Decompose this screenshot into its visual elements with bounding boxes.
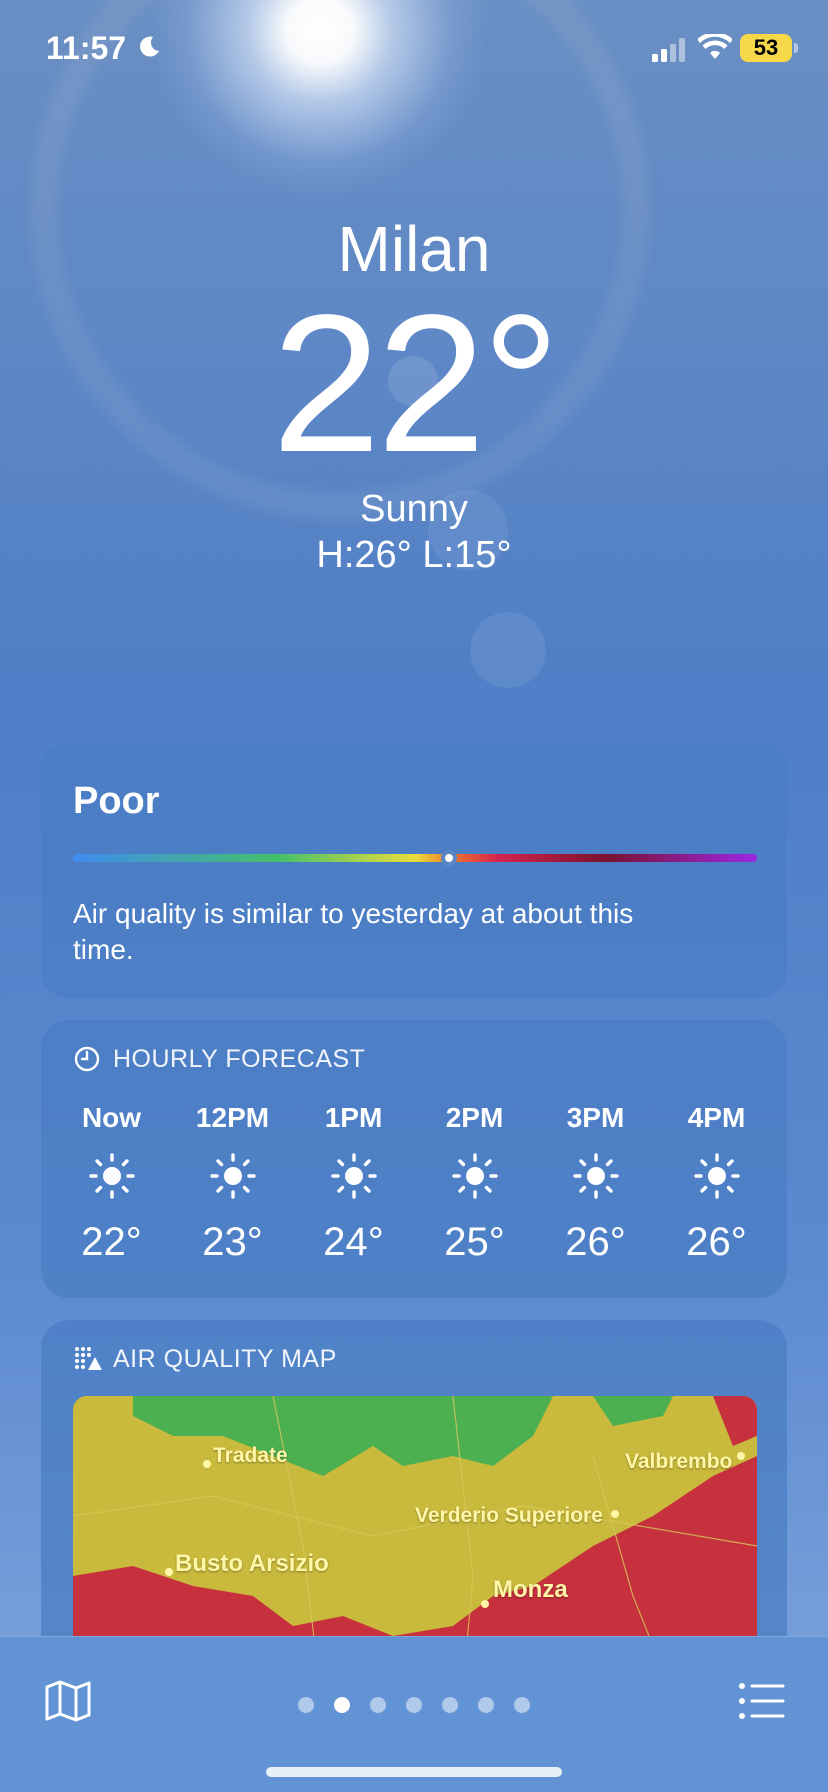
- hour-label: 1PM: [324, 1102, 383, 1133]
- hour-label: 2PM: [445, 1102, 504, 1133]
- map-pin: [203, 1460, 211, 1468]
- status-time: 11:57: [46, 30, 127, 66]
- hour-label: Now: [81, 1102, 142, 1133]
- page-dot[interactable]: [370, 1697, 386, 1713]
- map-label-verderio-superiore: Verderio Superiore: [415, 1504, 603, 1527]
- air-quality-map-header: AIR QUALITY MAP: [73, 1342, 337, 1376]
- hour-item: 4PM 26°: [656, 1098, 777, 1270]
- air-quality-map-title: AIR QUALITY MAP: [113, 1344, 337, 1373]
- hour-item: Now 22°: [51, 1098, 172, 1270]
- air-quality-icon: [73, 1345, 102, 1373]
- hour-item: 2PM 25°: [414, 1098, 535, 1270]
- sun-icon: [414, 1138, 535, 1214]
- hourly-forecast-card[interactable]: HOURLY FORECAST Now 22° 12PM 23° 1PM 24°…: [41, 1020, 787, 1298]
- map-pin: [165, 1568, 173, 1576]
- hour-temperature: 22°: [81, 1220, 142, 1264]
- battery-indicator: 53: [740, 34, 792, 62]
- map-button[interactable]: [44, 1679, 92, 1723]
- wifi-icon: [697, 32, 733, 65]
- lens-flare: [470, 612, 546, 688]
- moon-icon: [136, 34, 162, 65]
- map-pin: [737, 1452, 745, 1460]
- page-indicator[interactable]: [298, 1697, 530, 1713]
- weather-condition: Sunny: [360, 488, 468, 530]
- air-quality-description: Air quality is similar to yesterday at a…: [73, 898, 634, 965]
- hour-label: 12PM: [195, 1102, 270, 1133]
- air-quality-scale: [73, 854, 757, 862]
- bottom-toolbar: [0, 1636, 828, 1792]
- clock-icon: [73, 1045, 101, 1073]
- home-indicator[interactable]: [266, 1767, 562, 1777]
- battery-tip: [794, 43, 798, 53]
- high-low-temperature: H:26° L:15°: [316, 534, 512, 576]
- page-dot-active[interactable]: [334, 1697, 350, 1713]
- air-quality-indicator: [441, 850, 458, 866]
- hour-temperature: 25°: [444, 1220, 505, 1264]
- hour-temperature: 26°: [565, 1220, 626, 1264]
- hour-temperature: 24°: [323, 1220, 384, 1264]
- page-dot[interactable]: [514, 1697, 530, 1713]
- hour-item: 1PM 24°: [293, 1098, 414, 1270]
- hour-label: 4PM: [687, 1102, 746, 1133]
- page-dot[interactable]: [298, 1697, 314, 1713]
- city-list-button[interactable]: [738, 1681, 786, 1721]
- map-pin: [611, 1510, 619, 1518]
- page-dot[interactable]: [478, 1697, 494, 1713]
- list-icon: [739, 1683, 785, 1719]
- hour-item: 3PM 26°: [535, 1098, 656, 1270]
- sun-icon: [293, 1138, 414, 1214]
- sun-icon: [51, 1138, 172, 1214]
- sun-icon: [656, 1138, 777, 1214]
- hour-item: 12PM 23°: [172, 1098, 293, 1270]
- sun-icon: [172, 1138, 293, 1214]
- status-bar: 11:57 53: [0, 0, 828, 100]
- page-dot[interactable]: [442, 1697, 458, 1713]
- map-label-valbrembo: Valbrembo: [625, 1450, 733, 1473]
- map-label-busto-arsizio: Busto Arsizio: [175, 1550, 329, 1577]
- hour-temperature: 26°: [686, 1220, 747, 1264]
- current-temperature: 22°: [271, 274, 560, 493]
- hourly-forecast-list[interactable]: Now 22° 12PM 23° 1PM 24° 2PM 25° 3PM 26°…: [51, 1098, 777, 1270]
- page-dot[interactable]: [406, 1697, 422, 1713]
- cellular-signal-icon: [652, 38, 688, 67]
- hour-temperature: 23°: [202, 1220, 263, 1264]
- air-quality-level: Poor: [73, 780, 160, 822]
- map-label-tradate: Tradate: [213, 1444, 288, 1467]
- hourly-forecast-header: HOURLY FORECAST: [73, 1042, 365, 1076]
- map-icon: [45, 1680, 91, 1722]
- air-quality-card[interactable]: Poor Air quality is similar to yesterday…: [41, 742, 787, 998]
- sun-icon: [535, 1138, 656, 1214]
- hourly-forecast-title: HOURLY FORECAST: [113, 1044, 366, 1073]
- map-pin: [481, 1600, 489, 1608]
- hour-label: 3PM: [566, 1102, 625, 1133]
- map-label-monza: Monza: [493, 1576, 568, 1603]
